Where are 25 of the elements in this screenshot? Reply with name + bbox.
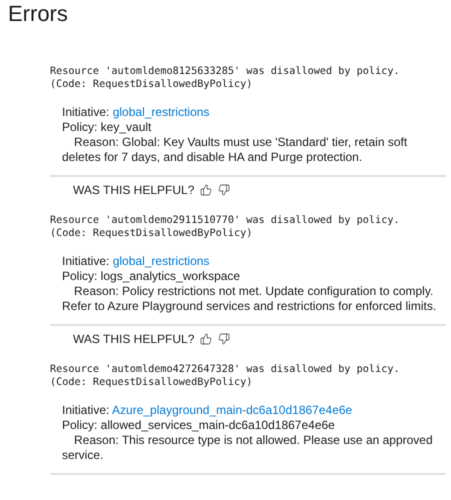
error-message: Resource 'automldemo4272647328' was disallowed by policy. — [50, 363, 401, 376]
thumbs-down-icon[interactable] — [218, 184, 230, 196]
page-title: Errors — [7, 0, 69, 27]
thumbs-up-icon[interactable] — [200, 333, 212, 345]
reason-text: Reason: Global: Key Vaults must use 'Standard' tier, retain soft deletes for 7 days, and disable HA and Purge protection. — [62, 135, 408, 165]
initiative-link[interactable]: Azure_playground_main-dc6a10d1867e4e6e — [112, 403, 352, 417]
policy-line: Policy: key_vault — [62, 120, 152, 135]
error-code: (Code: RequestDisallowedByPolicy) — [50, 376, 254, 389]
error-message: Resource 'automldemo8125633285' was disallowed by policy. — [50, 65, 401, 78]
thumbs-down-icon[interactable] — [218, 333, 230, 345]
thumbs-up-icon[interactable] — [200, 184, 212, 196]
policy-line: Policy: logs_analytics_workspace — [62, 269, 242, 284]
initiative-line: Initiative: global_restrictions — [62, 105, 210, 120]
reason-text: Reason: Policy restrictions not met. Update configuration to comply. Refer to Azure Playground services and restrictions for enforced limits. — [62, 284, 438, 314]
initiative-link[interactable]: global_restrictions — [112, 105, 210, 119]
initiative-line: Initiative: global_restrictions — [62, 254, 210, 269]
initiative-line: Initiative: Azure_playground_main-dc6a10d1867e4e6e — [62, 403, 354, 418]
error-message: Resource 'automldemo2911510770' was disallowed by policy. — [50, 214, 401, 227]
initiative-link[interactable]: global_restrictions — [112, 254, 210, 268]
policy-line: Policy: allowed_services_main-dc6a10d1867e4e6e — [62, 418, 336, 433]
reason-text: Reason: This resource type is not allowed. Please use an approved service. — [62, 433, 434, 463]
error-code: (Code: RequestDisallowedByPolicy) — [50, 227, 254, 240]
feedback-prompt: WAS THIS HELPFUL? — [73, 332, 194, 346]
error-code: (Code: RequestDisallowedByPolicy) — [50, 78, 254, 91]
feedback-prompt: WAS THIS HELPFUL? — [73, 183, 194, 197]
